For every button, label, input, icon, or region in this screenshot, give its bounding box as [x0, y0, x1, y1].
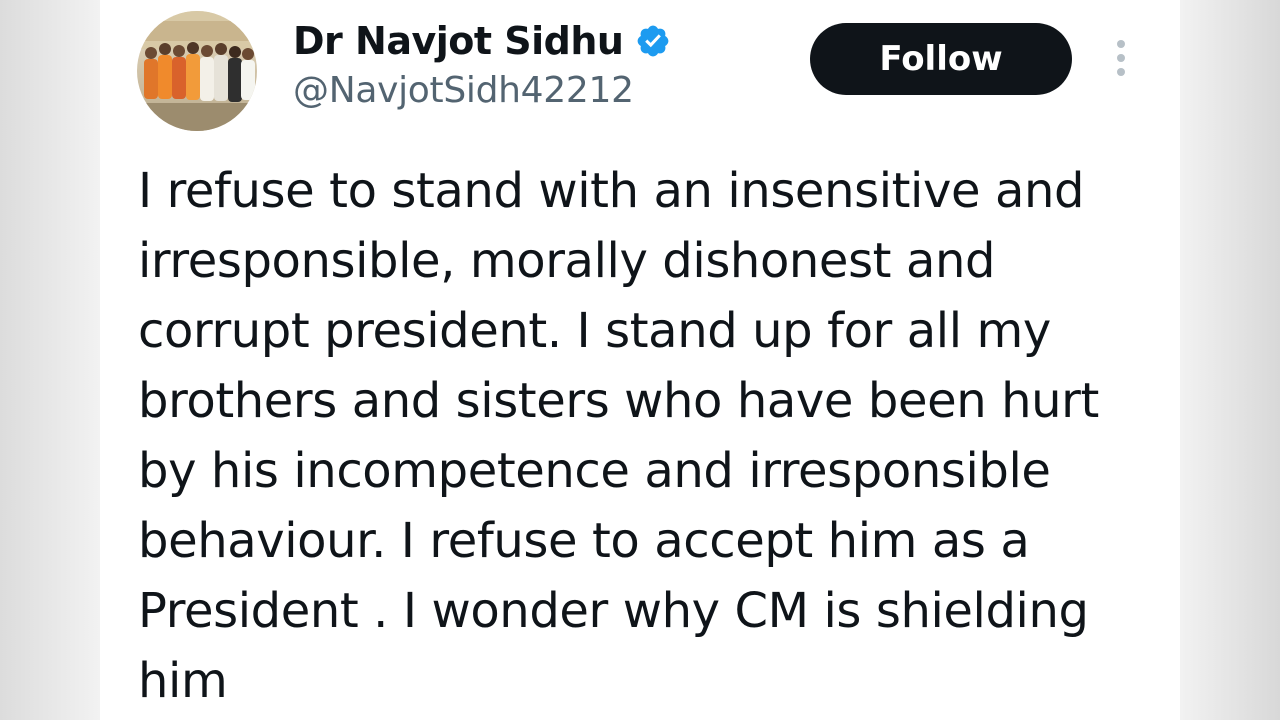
author-name-row: Dr Navjot Sidhu — [293, 14, 671, 68]
tweet-text-line: I refuse to stand with an insensitive an… — [138, 163, 1085, 219]
tweet-text-line: by his incompetence and irresponsible — [138, 443, 1051, 499]
follow-button[interactable]: Follow — [810, 23, 1072, 95]
tweet-text-line: brothers and sisters who have been hurt — [138, 373, 1099, 429]
tweet-text-line: corrupt president. I stand up for all my — [138, 303, 1051, 359]
tweet-text-line: him — [138, 653, 228, 709]
avatar[interactable] — [137, 11, 257, 131]
tweet-card: Dr Navjot Sidhu @NavjotSidh42212 Follow … — [100, 0, 1180, 720]
tweet-text-line: irresponsible, morally dishonest and — [138, 233, 996, 289]
author-handle[interactable]: @NavjotSidh42212 — [293, 70, 634, 111]
background-left — [0, 0, 100, 720]
more-vertical-icon[interactable] — [1106, 38, 1136, 82]
tweet-text-line: President . I wonder why CM is shielding — [138, 583, 1089, 639]
background-right — [1180, 0, 1280, 720]
tweet-text: I refuse to stand with an insensitive an… — [138, 156, 1148, 716]
verified-badge-icon — [635, 23, 671, 59]
author-display-name[interactable]: Dr Navjot Sidhu — [293, 19, 624, 63]
tweet-text-line: behaviour. I refuse to accept him as a — [138, 513, 1030, 569]
